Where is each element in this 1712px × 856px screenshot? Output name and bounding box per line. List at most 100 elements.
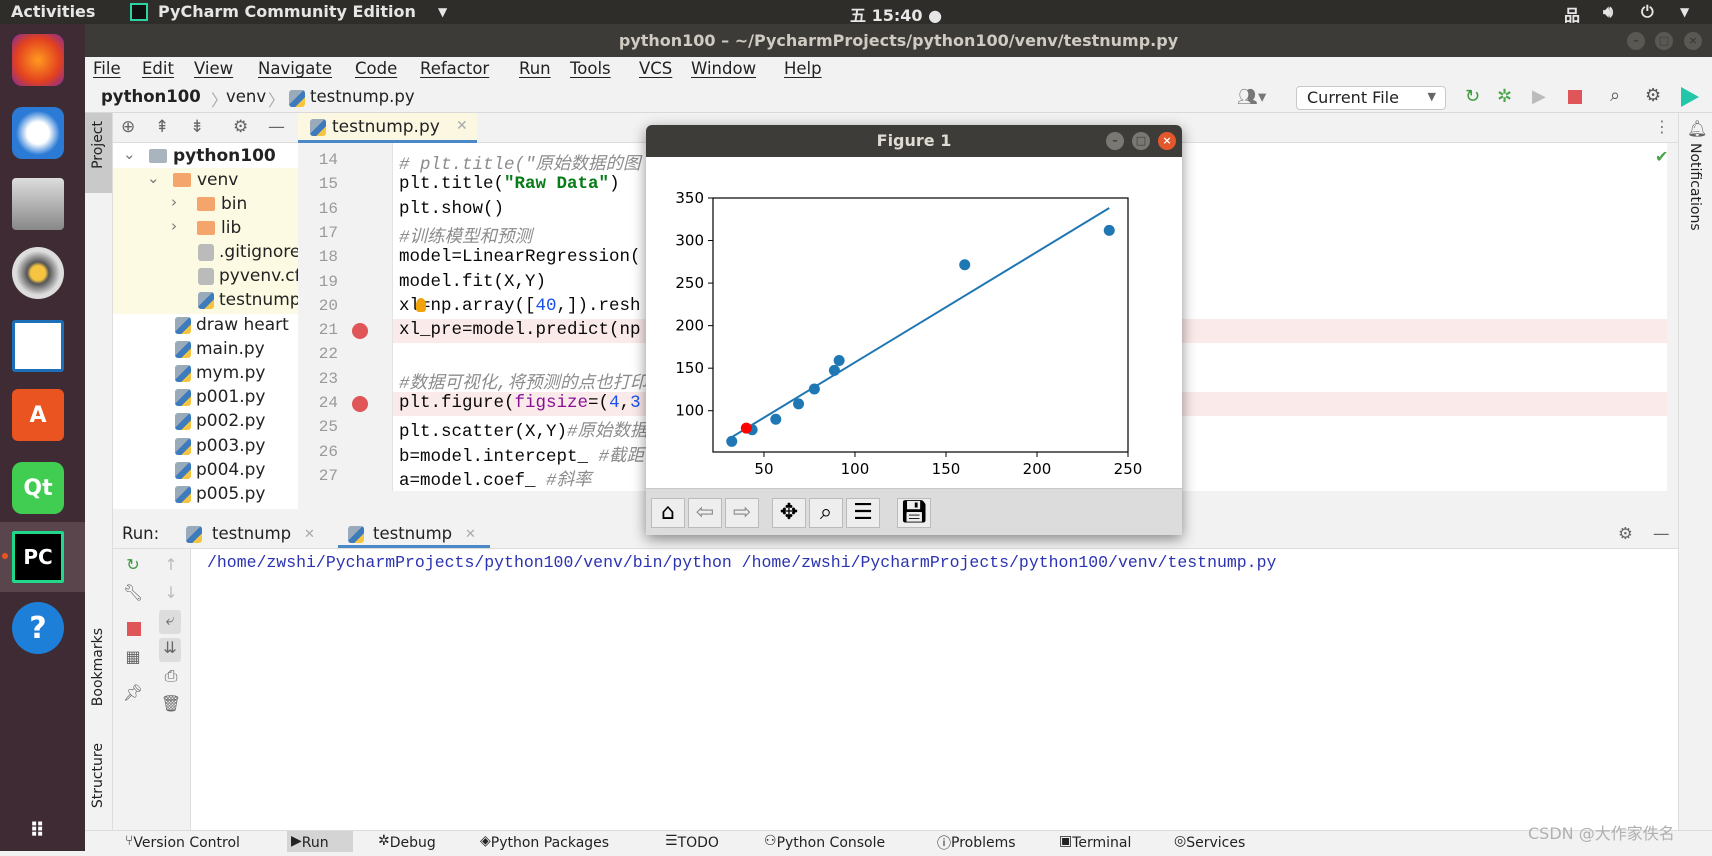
wrench-icon[interactable]: 🔧︎ (122, 583, 144, 602)
bookmarks-tool-button[interactable]: Bookmarks (90, 628, 106, 706)
home-icon[interactable]: ⌂ (651, 498, 685, 528)
network-icon[interactable]: 品 (1564, 2, 1580, 26)
menu-code[interactable]: Code (355, 59, 397, 78)
code-line[interactable]: xl_pre=model.predict(np (399, 320, 641, 340)
files-icon[interactable] (12, 178, 64, 230)
services-button[interactable]: ◎ Services (1174, 833, 1245, 851)
todo-button[interactable]: ☰ TODO (665, 833, 719, 851)
breadcrumb-project[interactable]: python100 (101, 87, 201, 106)
breadcrumb-file[interactable]: testnump.py (310, 87, 415, 106)
run-tab-1[interactable]: testnump (212, 524, 291, 543)
version-control-button[interactable]: ⑂ Version Control (125, 833, 240, 851)
tab-testnump[interactable]: testnump.py ✕ (298, 113, 477, 143)
trash-icon[interactable]: 🗑︎ (160, 694, 182, 713)
minimize-icon[interactable]: – (1106, 132, 1124, 150)
system-menu-chevron-icon[interactable]: ▼ (1680, 5, 1689, 19)
layout-icon[interactable]: ▦ (122, 647, 144, 666)
rerun-icon[interactable]: ↻ (122, 555, 144, 574)
gear-icon[interactable]: ⚙ (1618, 524, 1633, 543)
menu-window[interactable]: Window (691, 59, 756, 78)
menu-view[interactable]: View (194, 59, 233, 78)
collapse-all-icon[interactable]: ⇟ (190, 117, 204, 137)
tree-item-mym[interactable]: mym.py (113, 362, 298, 386)
power-icon[interactable]: ⏻ (1641, 2, 1654, 22)
tree-item-pyvenv[interactable]: pyvenv.cfg (113, 265, 298, 289)
tree-item-venv[interactable]: ⌄ venv (113, 169, 298, 193)
pan-icon[interactable]: ✥ (772, 498, 806, 528)
tree-item-p003[interactable]: p003.py (113, 435, 298, 459)
code-line[interactable]: plt.scatter(X,Y)#原始数据 (399, 417, 648, 442)
menu-vcs[interactable]: VCS (639, 59, 672, 78)
close-tab-icon[interactable]: ✕ (304, 527, 315, 542)
more-options-icon[interactable]: ⋮ (1654, 117, 1670, 136)
breadcrumb-folder[interactable]: venv (226, 87, 266, 106)
run-button[interactable]: ▶ Run (291, 833, 329, 851)
rhythmbox-icon[interactable] (12, 247, 64, 299)
close-icon[interactable]: × (1158, 132, 1176, 150)
show-apps-icon[interactable]: ⠿ (12, 804, 64, 856)
help-icon[interactable]: ? (12, 602, 64, 654)
tree-item-main[interactable]: main.py (113, 338, 298, 362)
problems-button[interactable]: ⓘ Problems (937, 833, 1016, 853)
stop-icon[interactable] (127, 622, 141, 636)
configure-subplots-icon[interactable]: ☰ (846, 498, 880, 528)
notifications-tool-button[interactable]: Notifications (1687, 143, 1703, 231)
hide-icon[interactable]: — (268, 117, 285, 137)
expand-all-icon[interactable]: ⇞ (155, 117, 169, 137)
menu-run[interactable]: Run (519, 59, 551, 78)
menu-tools[interactable]: Tools (570, 59, 611, 78)
menu-help[interactable]: Help (784, 59, 822, 78)
structure-tool-button[interactable]: Structure (90, 743, 106, 808)
intention-bulb-icon[interactable] (416, 297, 426, 312)
debug-button[interactable]: ✲ Debug (378, 833, 436, 851)
menu-refactor[interactable]: Refactor (420, 59, 489, 78)
down-arrow-icon[interactable]: ↓ (160, 583, 182, 602)
zoom-icon[interactable]: ⌕ (809, 498, 843, 528)
gear-icon[interactable]: ⚙ (1645, 85, 1661, 106)
menu-navigate[interactable]: Navigate (258, 59, 332, 78)
breakpoint-icon[interactable] (352, 396, 368, 412)
code-line[interactable]: plt.title("Raw Data") (399, 174, 620, 194)
app-menu[interactable]: PyCharm Community Edition (158, 2, 416, 21)
code-line[interactable]: a=model.coef_ #斜率 (399, 466, 592, 491)
back-arrow-icon[interactable]: ⇦ (688, 498, 722, 528)
code-line[interactable]: xl=np.array([40,]).resh (399, 296, 641, 316)
close-tab-icon[interactable]: ✕ (456, 118, 468, 134)
tree-item-p005[interactable]: p005.py (113, 483, 298, 507)
code-line[interactable]: # plt.title("原始数据的图 (399, 150, 641, 175)
forward-arrow-icon[interactable]: ⇨ (725, 498, 759, 528)
tree-item-testnump[interactable]: testnump.py (113, 289, 298, 313)
clock[interactable]: 五 15:40 ● (850, 2, 942, 26)
up-arrow-icon[interactable]: ↑ (160, 555, 182, 574)
run-config-select[interactable]: Current File ▼ (1296, 86, 1446, 110)
user-icon[interactable]: 👥︎▾ (1237, 87, 1266, 107)
maximize-icon[interactable]: □ (1655, 32, 1673, 50)
pin-icon[interactable]: 📌︎ (122, 683, 144, 702)
tree-item-p004[interactable]: p004.py (113, 459, 298, 483)
console-output[interactable]: /home/zwshi/PycharmProjects/python100/ve… (207, 553, 1276, 572)
locate-icon[interactable]: ⊕ (121, 117, 135, 137)
print-icon[interactable]: ⎙ (160, 666, 182, 686)
pycharm-dock-icon[interactable]: PC (12, 531, 64, 583)
code-line[interactable]: #数据可视化,将预测的点也打印 (399, 369, 648, 394)
tree-item-python100[interactable]: ⌄ python100 (113, 145, 298, 169)
tree-item-p002[interactable]: p002.py (113, 410, 298, 434)
qt-icon[interactable]: Qt (12, 462, 64, 514)
minimize-icon[interactable]: – (1627, 32, 1645, 50)
tree-item-draw-heart[interactable]: draw heart (113, 314, 298, 338)
debug-icon[interactable]: ✲ (1497, 86, 1512, 107)
activities-button[interactable]: Activities (11, 2, 95, 21)
no-problems-check-icon[interactable]: ✔ (1655, 147, 1667, 167)
tree-item-p001[interactable]: p001.py (113, 386, 298, 410)
save-icon[interactable]: 💾︎ (897, 498, 931, 528)
close-tab-icon[interactable]: ✕ (465, 527, 476, 542)
rerun-icon[interactable]: ↻ (1465, 86, 1480, 107)
menu-file[interactable]: File (93, 59, 121, 78)
code-line[interactable]: b=model.intercept_ #截距 (399, 442, 644, 467)
python-packages-button[interactable]: ◈ Python Packages (480, 833, 609, 851)
firefox-icon[interactable] (12, 34, 64, 86)
terminal-button[interactable]: ▣ Terminal (1059, 833, 1131, 851)
menu-edit[interactable]: Edit (142, 59, 174, 78)
python-console-button[interactable]: ⚇ Python Console (764, 833, 885, 851)
breakpoint-icon[interactable] (352, 323, 368, 340)
